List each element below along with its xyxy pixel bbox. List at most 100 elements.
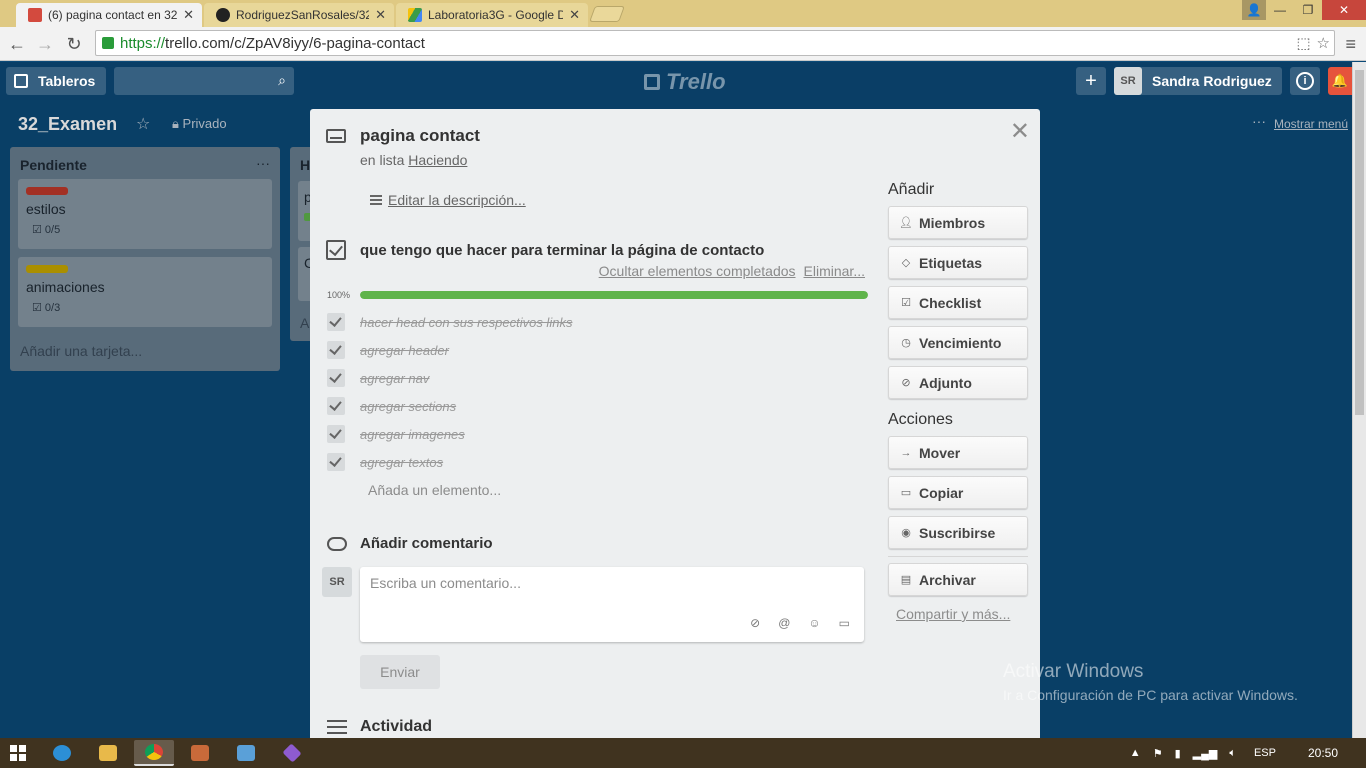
checklist-item-text[interactable]: agregar sections: [360, 399, 456, 414]
share-more-link[interactable]: Compartir y más...: [888, 606, 1028, 622]
send-button[interactable]: Enviar: [360, 655, 440, 689]
activity-heading: Actividad: [360, 718, 433, 735]
checkbox-checked-icon[interactable]: [327, 369, 345, 387]
browser-tab-drive[interactable]: Laboratoria3G - Google D ✕: [396, 3, 588, 27]
attachment-button[interactable]: ⊘ Adjunto: [888, 366, 1028, 399]
attachment-icon[interactable]: ⊘: [750, 616, 760, 630]
chrome-taskbar-icon[interactable]: [134, 740, 174, 766]
scrollbar-thumb[interactable]: [1355, 70, 1364, 415]
battery-icon[interactable]: ▮: [1175, 747, 1181, 760]
checkbox-checked-icon[interactable]: [327, 313, 345, 331]
checklist-links: Ocultar elementos completados Eliminar..…: [599, 263, 865, 279]
new-tab-button[interactable]: [589, 6, 625, 22]
checkbox-checked-icon[interactable]: [327, 341, 345, 359]
checklist-item-text[interactable]: hacer head con sus respectivos links: [360, 315, 572, 330]
archive-label: Archivar: [919, 571, 976, 588]
notifications-button[interactable]: 🔔: [1328, 67, 1352, 95]
checklist-item[interactable]: agregar sections: [327, 392, 867, 420]
list-link[interactable]: Haciendo: [408, 152, 467, 168]
comment-input[interactable]: [370, 575, 850, 591]
checklist-title[interactable]: que tengo que hacer para terminar la pág…: [360, 242, 764, 259]
avatar: SR: [1114, 67, 1142, 95]
wifi-icon[interactable]: ▂▄▆: [1193, 747, 1218, 760]
file-explorer-icon[interactable]: [88, 740, 128, 766]
internet-explorer-icon[interactable]: [42, 740, 82, 766]
members-button[interactable]: 👤︎ Miembros: [888, 206, 1028, 239]
mention-icon[interactable]: @: [778, 616, 790, 630]
edit-description-link[interactable]: Editar la descripción...: [370, 192, 526, 208]
tab-close-icon[interactable]: ✕: [183, 7, 194, 23]
comment-tools: ⊘ @ ☺ ▭: [750, 616, 850, 630]
add-button[interactable]: +: [1076, 67, 1106, 95]
boards-icon: [14, 74, 28, 88]
progress-percent: 100%: [327, 290, 351, 300]
tray-chevron-icon[interactable]: ▲: [1130, 747, 1141, 759]
chrome-menu-icon[interactable]: ≡: [1345, 34, 1356, 55]
window-controls: 👤 — ❐ ✕: [1242, 0, 1366, 20]
add-checklist-item[interactable]: Añada un elemento...: [368, 482, 501, 498]
emoji-icon[interactable]: ☺: [808, 616, 820, 630]
boards-button[interactable]: Tableros: [6, 67, 106, 95]
translate-icon[interactable]: ⬚: [1296, 34, 1310, 52]
comment-box[interactable]: ⊘ @ ☺ ▭: [360, 567, 864, 642]
bookmark-star-icon[interactable]: ☆: [1317, 34, 1330, 52]
due-date-button[interactable]: ◷ Vencimiento: [888, 326, 1028, 359]
clock[interactable]: 20:50: [1308, 746, 1338, 760]
info-button[interactable]: i: [1290, 67, 1320, 95]
move-button[interactable]: → Mover: [888, 436, 1028, 469]
browser-tab-github[interactable]: RodriguezSanRosales/32_ ✕: [204, 3, 394, 27]
checklist-button[interactable]: ☑ Checklist: [888, 286, 1028, 319]
search-input[interactable]: ⌕: [114, 67, 294, 95]
archive-button[interactable]: ▤ Archivar: [888, 563, 1028, 596]
language-indicator[interactable]: ESP: [1254, 747, 1276, 759]
windows-start-icon[interactable]: [10, 745, 26, 761]
labels-button[interactable]: ◇ Etiquetas: [888, 246, 1028, 279]
card-icon: [326, 129, 346, 143]
tab-close-icon[interactable]: ✕: [375, 7, 386, 23]
trello-logo[interactable]: Trello: [644, 69, 726, 95]
git-taskbar-icon[interactable]: [272, 740, 312, 766]
checklist-item[interactable]: agregar textos: [327, 448, 867, 476]
search-icon[interactable]: ⌕: [278, 72, 286, 89]
restore-button[interactable]: ❐: [1294, 0, 1322, 20]
checkbox-checked-icon[interactable]: [327, 397, 345, 415]
window-taskbar-icon[interactable]: [226, 740, 266, 766]
chrome-user-icon[interactable]: 👤: [1242, 0, 1266, 20]
checklist-item[interactable]: agregar imagenes: [327, 420, 867, 448]
checkbox-checked-icon[interactable]: [327, 453, 345, 471]
tab-close-icon[interactable]: ✕: [569, 7, 580, 23]
card-title[interactable]: pagina contact: [360, 126, 480, 146]
volume-icon[interactable]: 🔈︎: [1229, 747, 1236, 760]
minimize-button[interactable]: —: [1266, 0, 1294, 20]
info-icon: i: [1296, 72, 1314, 90]
checklist-item-text[interactable]: agregar nav: [360, 371, 429, 386]
checklist-item[interactable]: hacer head con sus respectivos links: [327, 308, 867, 336]
checklist-item[interactable]: agregar nav: [327, 364, 867, 392]
checkbox-checked-icon[interactable]: [327, 425, 345, 443]
close-icon[interactable]: ✕: [1010, 117, 1030, 146]
member-menu-button[interactable]: SR Sandra Rodriguez: [1114, 67, 1282, 95]
hide-completed-link[interactable]: Ocultar elementos completados: [599, 263, 796, 279]
delete-checklist-link[interactable]: Eliminar...: [804, 263, 865, 279]
card-link-icon[interactable]: ▭: [839, 616, 850, 630]
arrow-right-icon: →: [900, 446, 912, 459]
checklist-item[interactable]: agregar header: [327, 336, 867, 364]
checklist-item-text[interactable]: agregar imagenes: [360, 427, 465, 442]
back-arrow-icon[interactable]: ←: [6, 33, 28, 55]
forward-arrow-icon[interactable]: →: [34, 33, 56, 55]
folder-glyph-icon: [99, 745, 117, 761]
copy-button[interactable]: ▭ Copiar: [888, 476, 1028, 509]
ie-glyph-icon: [53, 745, 71, 761]
browser-tab-trello[interactable]: (6) pagina contact en 32_E ✕: [16, 3, 202, 27]
system-tray: ▲ ⚑ ▮ ▂▄▆ 🔈︎ ESP 20:50: [1124, 738, 1366, 768]
app-taskbar-icon[interactable]: [180, 740, 220, 766]
checklist-item-text[interactable]: agregar textos: [360, 455, 443, 470]
address-bar[interactable]: https://trello.com/c/ZpAV8iyy/6-pagina-c…: [95, 30, 1335, 56]
attachment-label: Adjunto: [919, 374, 972, 391]
close-window-button[interactable]: ✕: [1322, 0, 1366, 20]
vertical-scrollbar[interactable]: [1352, 62, 1366, 738]
reload-icon[interactable]: ↻: [63, 33, 85, 55]
checklist-item-text[interactable]: agregar header: [360, 343, 449, 358]
flag-icon[interactable]: ⚑: [1153, 747, 1163, 760]
subscribe-button[interactable]: ◉ Suscribirse: [888, 516, 1028, 549]
